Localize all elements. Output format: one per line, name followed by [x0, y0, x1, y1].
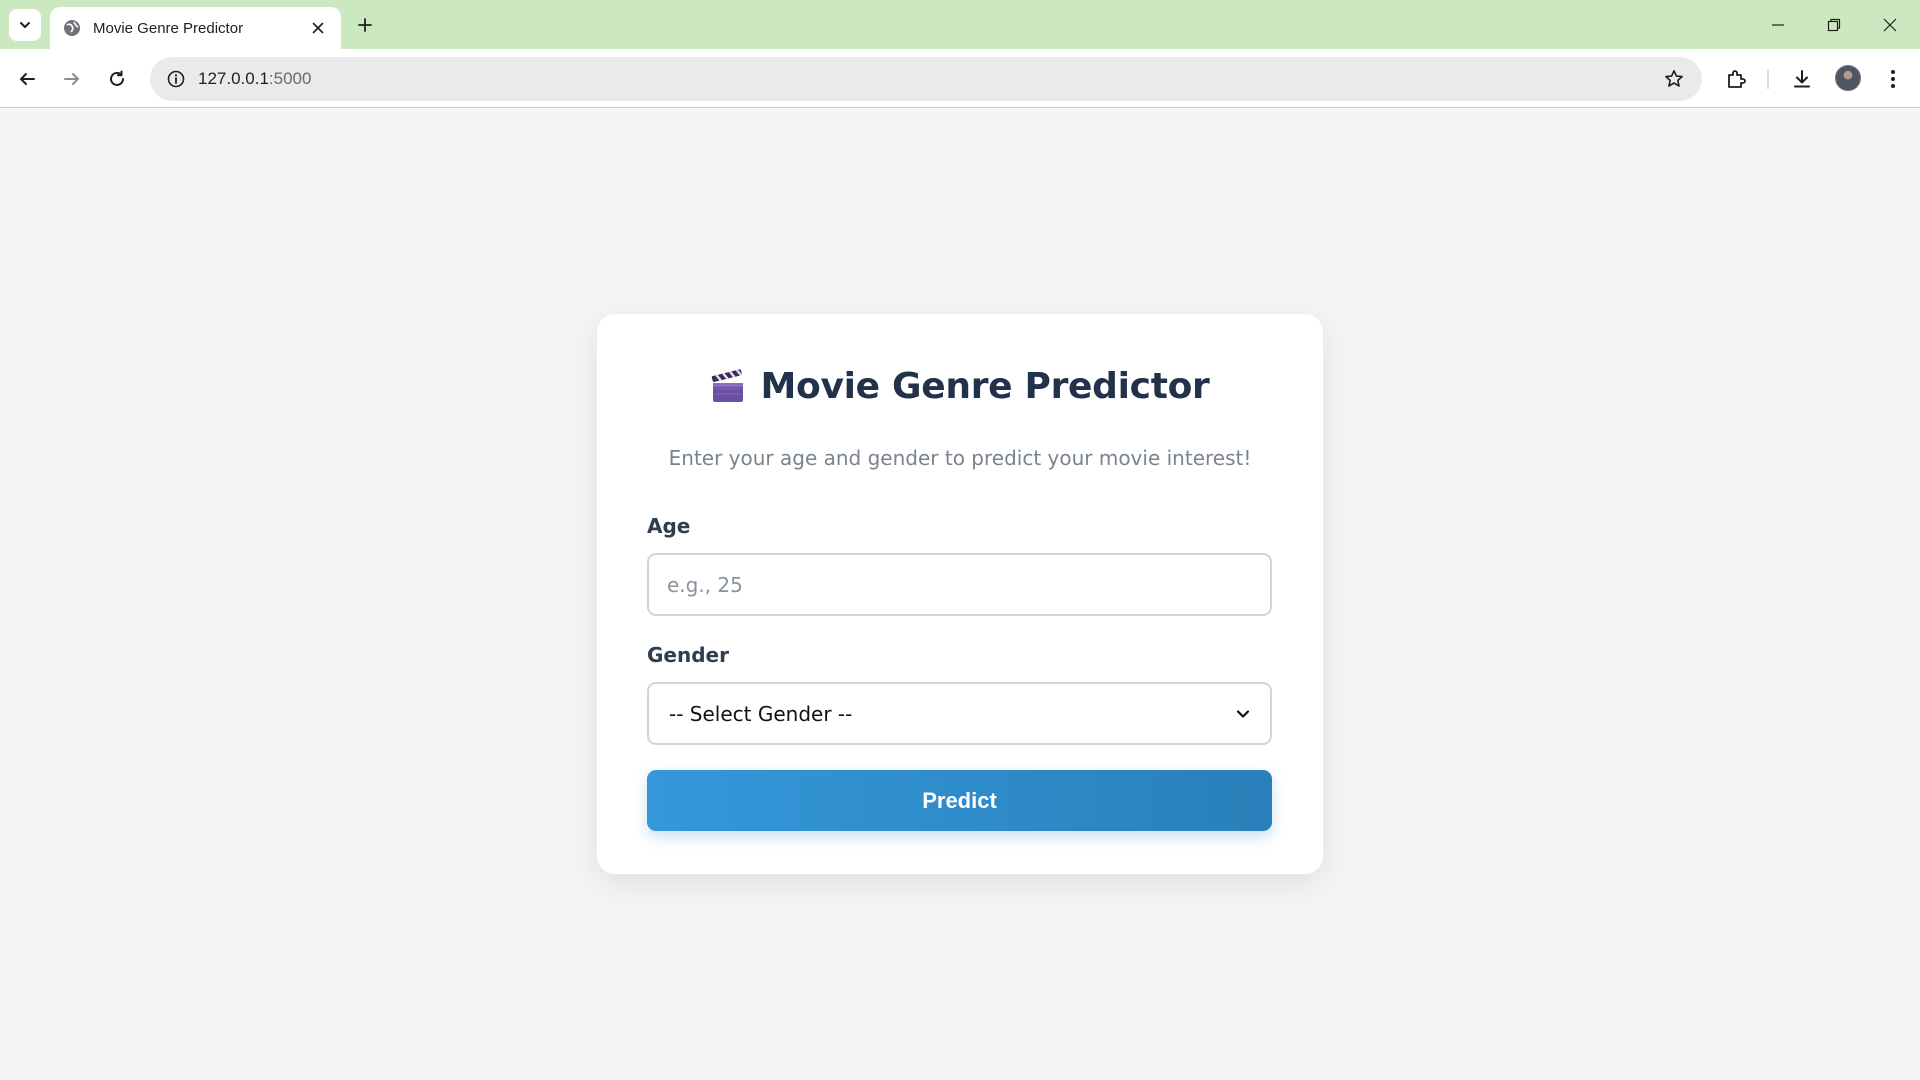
clapperboard-icon	[712, 368, 744, 402]
bookmark-button[interactable]	[1662, 67, 1686, 91]
download-icon	[1794, 70, 1810, 88]
plus-icon	[358, 18, 372, 32]
globe-icon	[63, 19, 81, 37]
chevron-down-icon	[1236, 709, 1250, 718]
tab-search-button[interactable]	[9, 9, 41, 41]
page-viewport: Movie Genre Predictor Enter your age and…	[0, 108, 1920, 1080]
browser-tab-bar: Movie Genre Predictor	[0, 0, 1920, 49]
reload-button[interactable]	[99, 61, 135, 97]
site-info-button[interactable]	[154, 57, 198, 101]
minimize-button[interactable]	[1750, 0, 1806, 49]
reload-icon	[110, 70, 124, 86]
gender-selected-value: -- Select Gender --	[669, 701, 853, 726]
close-icon	[312, 22, 324, 34]
age-label: Age	[647, 514, 691, 538]
chevron-down-icon	[20, 22, 30, 28]
close-window-button[interactable]	[1862, 0, 1918, 49]
more-vertical-icon	[1891, 70, 1895, 88]
avatar[interactable]	[1835, 65, 1861, 91]
browser-toolbar: 127.0.0.1:5000	[0, 49, 1920, 108]
url-text: 127.0.0.1:5000	[198, 69, 311, 89]
heading-text: Movie Genre Predictor	[760, 366, 1210, 407]
toolbar-separator	[1767, 69, 1769, 89]
url-port: :5000	[268, 69, 312, 88]
close-window-icon	[1883, 18, 1897, 31]
predictor-card: Movie Genre Predictor Enter your age and…	[597, 314, 1323, 874]
address-bar[interactable]: 127.0.0.1:5000	[150, 57, 1702, 101]
restore-button[interactable]	[1806, 0, 1862, 49]
minimize-icon	[1772, 23, 1784, 26]
star-icon	[1665, 70, 1683, 87]
forward-button[interactable]	[54, 61, 90, 97]
gender-label: Gender	[647, 643, 729, 667]
browser-tab[interactable]: Movie Genre Predictor	[50, 7, 341, 49]
url-host: 127.0.0.1	[198, 69, 269, 88]
extensions-icon	[1728, 70, 1746, 88]
back-button[interactable]	[9, 61, 45, 97]
back-arrow-icon	[20, 73, 35, 85]
forward-arrow-icon	[64, 73, 79, 85]
page-title: Movie Genre Predictor	[597, 366, 1323, 407]
age-input[interactable]	[647, 553, 1272, 616]
downloads-button[interactable]	[1784, 61, 1820, 97]
restore-icon	[1827, 18, 1841, 31]
info-icon	[167, 70, 185, 88]
gender-select[interactable]: -- Select Gender --	[647, 682, 1272, 745]
new-tab-button[interactable]	[350, 10, 380, 40]
menu-button[interactable]	[1875, 61, 1911, 97]
subtitle: Enter your age and gender to predict you…	[668, 446, 1252, 470]
tab-title: Movie Genre Predictor	[93, 19, 244, 37]
predict-button[interactable]: Predict	[647, 770, 1272, 831]
extensions-button[interactable]	[1718, 61, 1754, 97]
close-tab-button[interactable]	[307, 17, 329, 39]
